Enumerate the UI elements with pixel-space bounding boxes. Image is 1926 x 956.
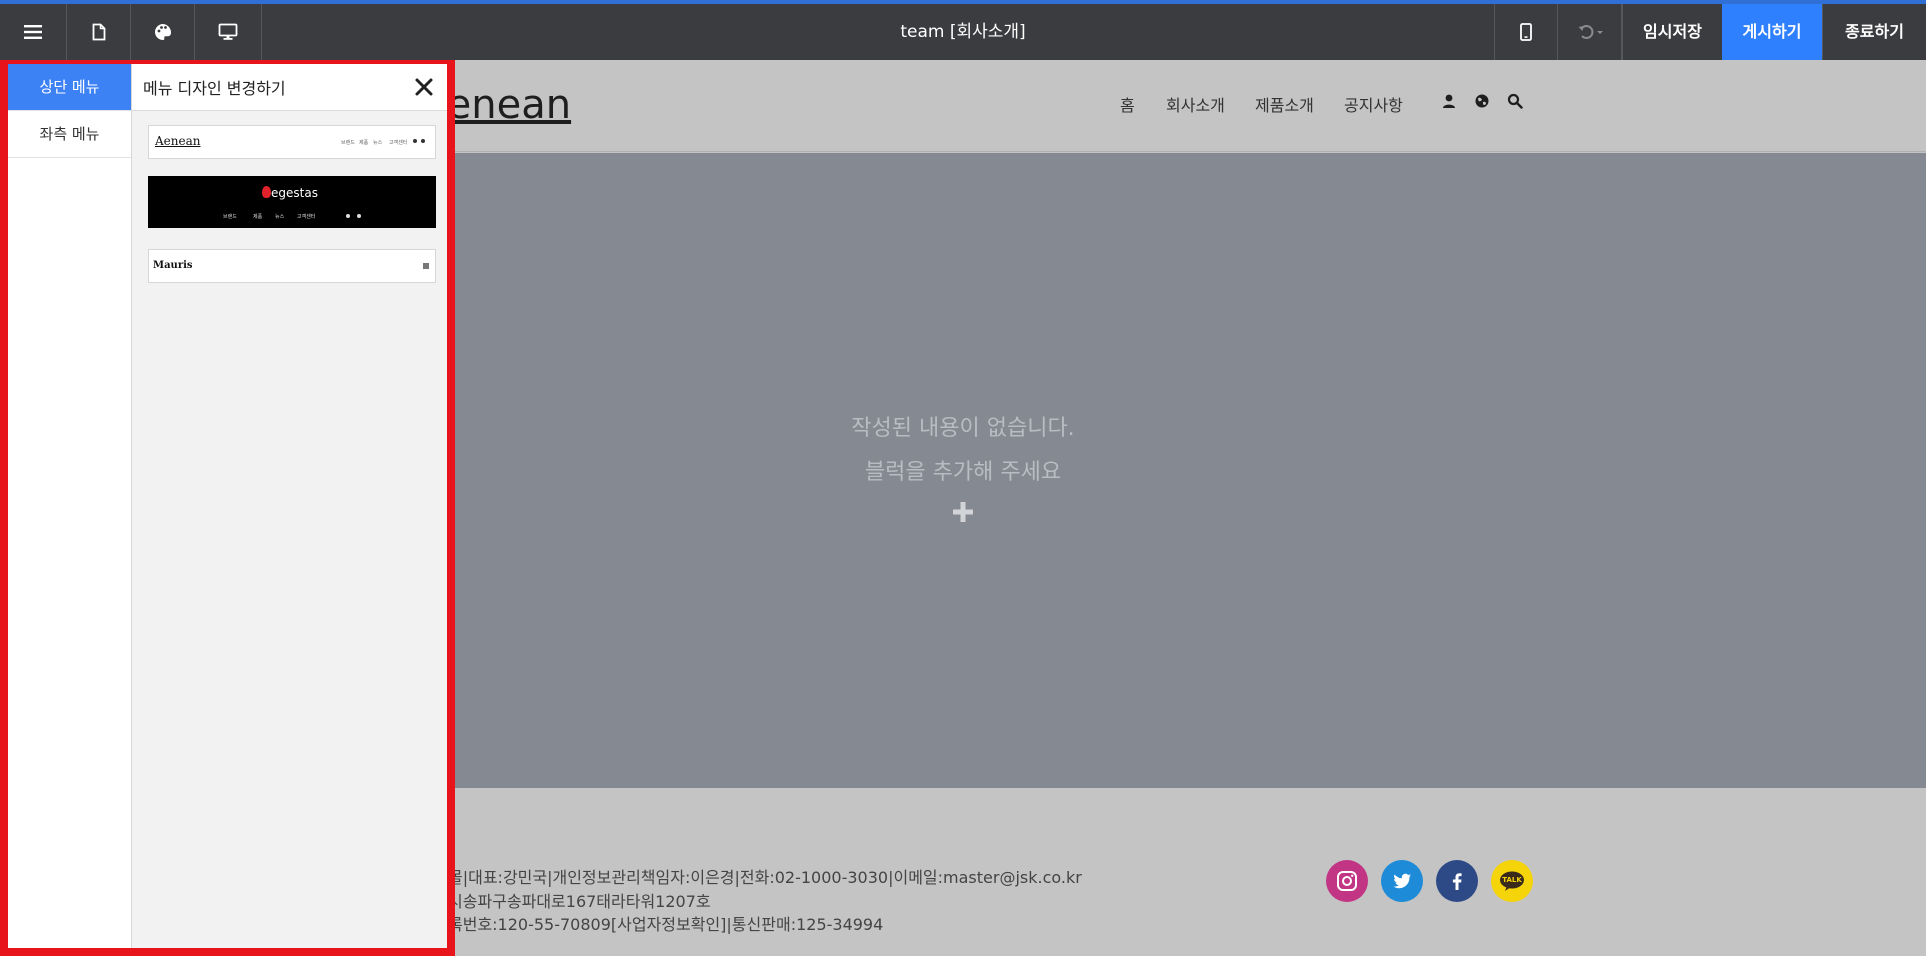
nav-about[interactable]: 회사소개 bbox=[1166, 92, 1225, 116]
panel-content: 메뉴 디자인 변경하기 Aenean 브랜드 제품 뉴스 고객센터 egesta… bbox=[132, 64, 447, 948]
nav-products[interactable]: 제품소개 bbox=[1255, 92, 1314, 116]
panel-title: 메뉴 디자인 변경하기 bbox=[143, 79, 286, 98]
mini-nav-item: 뉴스 bbox=[373, 140, 383, 146]
palette-icon bbox=[154, 24, 171, 40]
mini-nav-item: 고객센터 bbox=[297, 214, 316, 220]
save-draft-button[interactable]: 임시저장 bbox=[1622, 4, 1722, 60]
page-icon bbox=[92, 23, 105, 41]
footer-registration: 록번호:120-55-70809[사업자정보확인]|통신판매:125-34994 bbox=[448, 915, 884, 934]
design-option-logo: Mauris bbox=[153, 260, 193, 271]
undo-icon bbox=[1578, 25, 1603, 39]
panel-header: 메뉴 디자인 변경하기 bbox=[132, 64, 447, 111]
user-icon[interactable] bbox=[1441, 93, 1457, 109]
instagram-icon[interactable] bbox=[1326, 860, 1368, 902]
panel-tab-list: 상단 메뉴 좌측 메뉴 bbox=[8, 64, 132, 948]
menu-icon bbox=[24, 25, 42, 39]
desktop-view-button[interactable] bbox=[195, 4, 262, 60]
design-option-logo: Aenean bbox=[155, 134, 201, 148]
nav-notice[interactable]: 공지사항 bbox=[1344, 92, 1403, 116]
mini-user-icon bbox=[346, 214, 350, 218]
mini-nav-item: 브랜드 bbox=[341, 140, 355, 146]
design-option-mauris[interactable]: Mauris bbox=[148, 249, 436, 283]
mini-nav-item: 고객센터 bbox=[389, 140, 408, 146]
design-option-aenean[interactable]: Aenean 브랜드 제품 뉴스 고객센터 bbox=[148, 125, 436, 159]
mini-globe-icon bbox=[421, 139, 425, 143]
mini-menu-icon bbox=[423, 263, 429, 269]
kakaotalk-icon[interactable]: TALK bbox=[1491, 860, 1533, 902]
menu-design-panel: 상단 메뉴 좌측 메뉴 메뉴 디자인 변경하기 Aenean 브랜드 제품 뉴스… bbox=[0, 60, 455, 956]
search-icon[interactable] bbox=[1507, 93, 1523, 109]
twitter-icon[interactable] bbox=[1381, 860, 1423, 902]
mini-nav-item: 제품 bbox=[359, 140, 369, 146]
nav-home[interactable]: 홈 bbox=[1120, 92, 1135, 116]
desktop-icon bbox=[218, 23, 238, 40]
tab-left-menu[interactable]: 좌측 메뉴 bbox=[8, 111, 131, 158]
tab-top-menu[interactable]: 상단 메뉴 bbox=[8, 64, 131, 111]
close-icon[interactable] bbox=[413, 76, 435, 98]
kakaotalk-label: TALK bbox=[1502, 875, 1522, 884]
page-button[interactable] bbox=[67, 4, 131, 60]
mini-nav-item: 제품 bbox=[253, 214, 263, 220]
mobile-view-button[interactable] bbox=[1494, 4, 1558, 60]
menu-button[interactable] bbox=[0, 4, 67, 60]
footer-address: 시송파구송파대로167태라타워1207호 bbox=[448, 892, 711, 911]
editor-toolbar: team [회사소개] 임시저장 게시하기 종료하기 bbox=[0, 0, 1926, 60]
mobile-icon bbox=[1520, 23, 1532, 41]
mini-globe-icon bbox=[357, 214, 361, 218]
mini-nav-item: 뉴스 bbox=[275, 214, 285, 220]
egestas-logo-icon bbox=[262, 186, 271, 198]
mini-nav-item: 브랜드 bbox=[223, 214, 237, 220]
facebook-icon[interactable] bbox=[1436, 860, 1478, 902]
mini-user-icon bbox=[413, 139, 417, 143]
globe-icon[interactable] bbox=[1474, 93, 1490, 109]
undo-button[interactable] bbox=[1558, 4, 1622, 60]
design-option-logo: egestas bbox=[271, 186, 318, 200]
design-option-egestas[interactable]: egestas 브랜드 제품 뉴스 고객센터 bbox=[148, 176, 436, 228]
footer-company-info: 몰|대표:강민국|개인정보관리책임자:이은경|전화:02-1000-3030|이… bbox=[448, 868, 1082, 887]
publish-button[interactable]: 게시하기 bbox=[1722, 4, 1822, 60]
add-block-icon[interactable] bbox=[951, 500, 975, 524]
exit-button[interactable]: 종료하기 bbox=[1822, 4, 1926, 60]
theme-button[interactable] bbox=[131, 4, 195, 60]
